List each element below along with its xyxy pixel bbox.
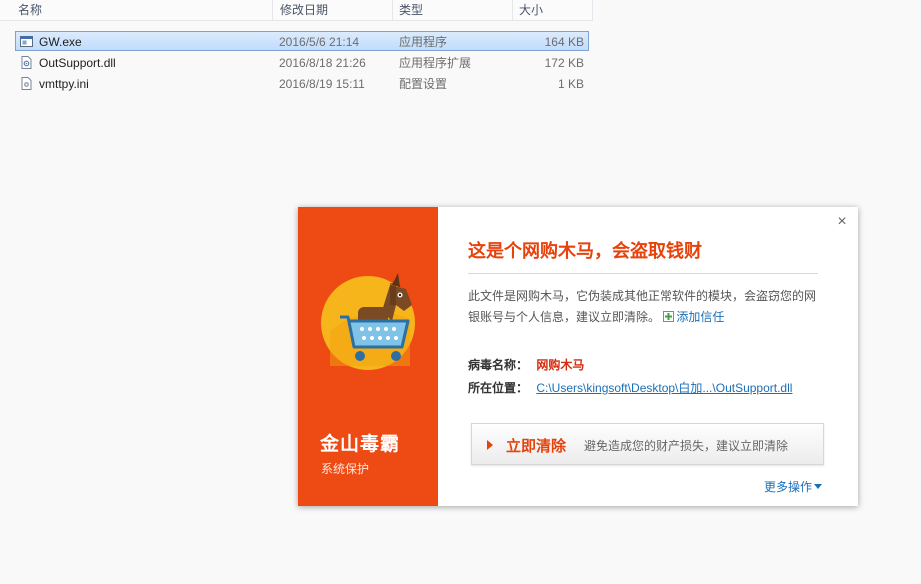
file-type: 应用程序扩展	[399, 56, 472, 70]
file-row-outsupport-dll[interactable]: OutSupport.dll 2016/8/18 21:26 应用程序扩展 17…	[15, 52, 589, 72]
column-separator[interactable]	[512, 0, 513, 20]
virus-name-row: 病毒名称： 网购木马	[468, 356, 584, 373]
file-row-vmttpy-ini[interactable]: vmttpy.ini 2016/8/19 15:11 配置设置 1 KB	[15, 73, 589, 93]
file-name: GW.exe	[39, 35, 82, 49]
more-operations-label: 更多操作	[764, 480, 813, 494]
exe-icon	[20, 36, 33, 47]
ini-icon	[21, 77, 32, 90]
trojan-horse-cart-icon	[321, 273, 415, 370]
column-type[interactable]: 类型	[399, 0, 423, 20]
column-separator[interactable]	[392, 0, 393, 20]
alert-description: 此文件是网购木马，它伪装成其他正常软件的模块，会盗窃您的网银账号与个人信息，建议…	[468, 286, 823, 328]
security-alert-popup: 金山毒霸 系统保护 × 这是个网购木马，会盗取钱财 此文件是网购木马，它伪装成其…	[298, 207, 858, 506]
file-size: 164 KB	[544, 35, 584, 49]
clean-now-hint: 避免造成您的财产损失，建议立即清除	[584, 439, 789, 453]
location-row: 所在位置： C:\Users\kingsoft\Desktop\白加...\Ou…	[468, 379, 792, 396]
file-name: vmttpy.ini	[39, 77, 89, 91]
title-divider	[468, 273, 818, 274]
column-size[interactable]: 大小	[519, 0, 543, 20]
play-arrow-icon	[487, 440, 493, 450]
more-operations-dropdown[interactable]: 更多操作	[764, 478, 823, 495]
file-row-gw-exe[interactable]: GW.exe 2016/5/6 21:14 应用程序 164 KB	[15, 31, 589, 51]
add-trust-icon	[663, 311, 675, 322]
column-separator[interactable]	[592, 0, 593, 20]
file-type: 配置设置	[399, 77, 448, 91]
add-trust-label: 添加信任	[676, 310, 725, 324]
dropdown-arrow-icon	[814, 484, 823, 489]
file-date: 2016/8/18 21:26	[279, 56, 366, 70]
column-header: 名称 修改日期 类型 大小	[0, 0, 593, 21]
column-date[interactable]: 修改日期	[280, 0, 328, 20]
add-trust-link[interactable]: 添加信任	[663, 310, 724, 324]
column-name[interactable]: 名称	[18, 0, 42, 20]
location-label: 所在位置：	[468, 381, 529, 395]
description-text: 此文件是网购木马，它伪装成其他正常软件的模块，会盗窃您的网银账号与个人信息，建议…	[468, 289, 817, 324]
file-type: 应用程序	[399, 35, 448, 49]
file-size: 172 KB	[544, 56, 584, 70]
file-name: OutSupport.dll	[39, 56, 116, 70]
clean-now-label: 立即清除	[506, 438, 567, 455]
column-separator[interactable]	[272, 0, 273, 20]
file-date: 2016/5/6 21:14	[279, 35, 360, 49]
close-button[interactable]: ×	[834, 214, 850, 230]
location-path-link[interactable]: C:\Users\kingsoft\Desktop\白加...\OutSuppo…	[536, 381, 792, 395]
brand-subtitle: 系统保护	[321, 462, 370, 476]
file-size: 1 KB	[557, 77, 584, 91]
virus-name-value: 网购木马	[536, 358, 585, 372]
file-date: 2016/8/19 15:11	[279, 77, 365, 91]
alert-title: 这是个网购木马，会盗取钱财	[468, 241, 702, 261]
dll-icon	[21, 56, 32, 69]
brand-name: 金山毒霸	[320, 434, 401, 455]
brand-panel: 金山毒霸 系统保护	[298, 207, 438, 506]
clean-now-button[interactable]: 立即清除 避免造成您的财产损失，建议立即清除	[471, 423, 824, 465]
virus-name-label: 病毒名称：	[468, 358, 529, 372]
